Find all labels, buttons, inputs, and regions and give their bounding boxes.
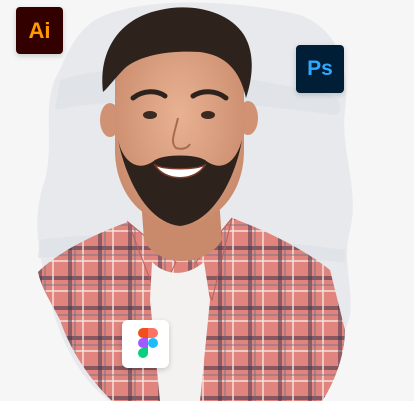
person-eye bbox=[201, 111, 215, 119]
figma-icon bbox=[122, 320, 169, 368]
hero-stage: Ai Ps bbox=[0, 0, 414, 401]
adobe-photoshop-icon: Ps bbox=[296, 45, 344, 93]
portrait-illustration bbox=[37, 2, 353, 401]
person-eye bbox=[143, 111, 157, 119]
adobe-illustrator-icon: Ai bbox=[16, 7, 63, 54]
